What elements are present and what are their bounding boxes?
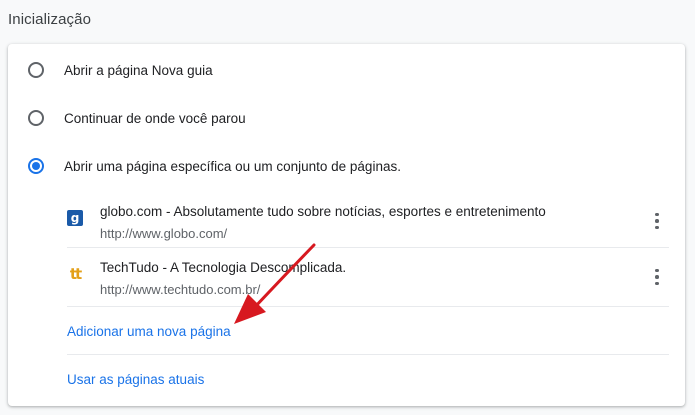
page-url: http://www.techtudo.com.br/	[100, 282, 261, 297]
divider	[67, 247, 669, 248]
option-new-tab-label: Abrir a página Nova guia	[64, 62, 213, 78]
option-specific-pages[interactable]: Abrir uma página específica ou um conjun…	[8, 146, 685, 186]
option-specific-pages-label: Abrir uma página específica ou um conjun…	[64, 158, 401, 174]
add-page-link[interactable]: Adicionar uma nova página	[67, 324, 231, 339]
option-continue-label: Continuar de onde você parou	[64, 110, 246, 126]
divider	[67, 306, 669, 307]
startup-card: Abrir a página Nova guia Continuar de on…	[8, 44, 685, 406]
page-title: TechTudo - A Tecnologia Descomplicada.	[100, 260, 347, 275]
more-vert-icon[interactable]	[645, 265, 669, 289]
radio-continue[interactable]	[28, 110, 44, 126]
section-title: Inicialização	[8, 11, 92, 28]
globo-favicon-icon: g	[67, 210, 83, 226]
option-continue[interactable]: Continuar de onde você parou	[8, 98, 685, 138]
page-url: http://www.globo.com/	[100, 226, 228, 241]
more-vert-icon[interactable]	[645, 209, 669, 233]
use-current-pages-link[interactable]: Usar as páginas atuais	[67, 372, 204, 387]
settings-page: Inicialização Abrir a página Nova guia C…	[0, 0, 695, 415]
page-title: globo.com - Absolutamente tudo sobre not…	[100, 204, 546, 219]
radio-specific-pages[interactable]	[28, 158, 44, 174]
techtudo-favicon-icon: tt	[69, 265, 82, 283]
option-new-tab[interactable]: Abrir a página Nova guia	[8, 50, 685, 90]
page-entry-techtudo: tt TechTudo - A Tecnologia Descomplicada…	[67, 255, 669, 311]
divider	[67, 354, 669, 355]
radio-new-tab[interactable]	[28, 62, 44, 78]
